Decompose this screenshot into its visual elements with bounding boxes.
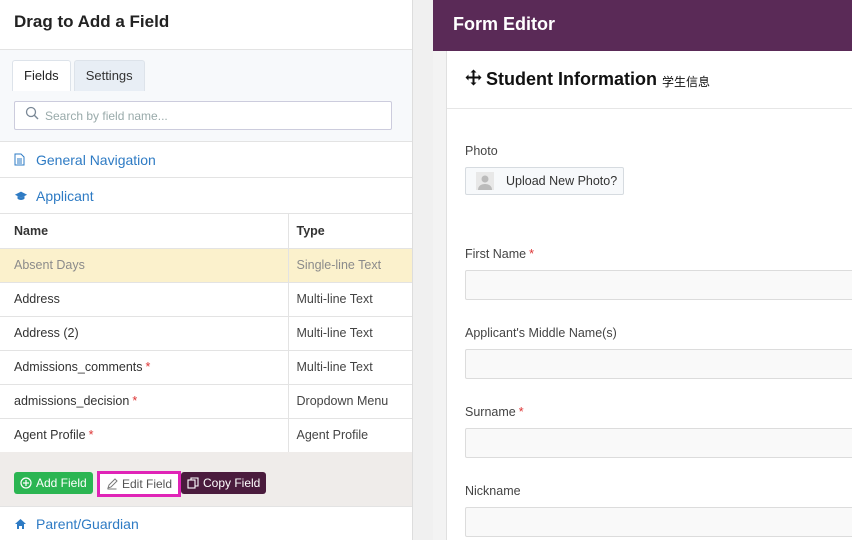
field-type: Single-line Text [287, 248, 412, 283]
field-type: Dropdown Menu [287, 384, 412, 419]
field-name: Address [0, 282, 288, 317]
required-marker: * [518, 405, 524, 419]
table-row[interactable]: Address (2) Multi-line Text [0, 316, 412, 351]
table-row[interactable]: Agent Profile * Agent Profile [0, 418, 412, 453]
graduation-cap-icon [14, 190, 28, 202]
tab-fields[interactable]: Fields [12, 60, 71, 91]
middle-name-label: Applicant's Middle Name(s) [465, 326, 617, 340]
field-name: Admissions_comments * [0, 350, 288, 385]
button-label: Copy Field [203, 476, 261, 490]
column-header-name: Name [0, 214, 288, 249]
upload-photo-button[interactable]: Upload New Photo? [465, 167, 624, 195]
field-name: Address (2) [0, 316, 288, 351]
form-section-card: Student Information 学生信息 Photo Upload Ne… [446, 51, 852, 540]
avatar-placeholder-icon [476, 172, 494, 190]
fields-table: Name Type Absent Days Single-line Text A… [0, 214, 412, 453]
surname-field[interactable] [465, 428, 852, 458]
table-row[interactable]: Address Multi-line Text [0, 282, 412, 317]
section-parent-guardian[interactable]: Parent/Guardian [0, 507, 412, 540]
tab-bar: Fields Settings [12, 60, 148, 91]
required-marker: * [132, 394, 138, 408]
section-label: General Navigation [36, 151, 156, 168]
search-icon [25, 106, 39, 125]
panel-title: Drag to Add a Field [0, 0, 412, 50]
section-general-navigation[interactable]: General Navigation [0, 142, 412, 178]
field-palette-panel: Drag to Add a Field Fields Settings Gene… [0, 0, 413, 540]
required-marker: * [88, 428, 94, 442]
first-name-field[interactable] [465, 270, 852, 300]
add-field-button[interactable]: Add Field [14, 472, 93, 494]
document-icon [14, 153, 28, 166]
form-editor-body: Student Information 学生信息 Photo Upload Ne… [433, 51, 852, 540]
button-label: Edit Field [122, 477, 173, 491]
field-name: Agent Profile * [0, 418, 288, 453]
tab-settings[interactable]: Settings [73, 60, 145, 91]
field-type: Agent Profile [287, 418, 412, 453]
field-name: Absent Days [0, 248, 288, 283]
field-action-bar: Add Field Edit Field Copy Field [0, 452, 412, 507]
nickname-field[interactable] [465, 507, 852, 537]
table-row[interactable]: Admissions_comments * Multi-line Text [0, 350, 412, 385]
photo-label: Photo [465, 144, 498, 158]
search-box [14, 101, 392, 130]
copy-field-button[interactable]: Copy Field [181, 472, 267, 494]
middle-name-field[interactable] [465, 349, 852, 379]
tabs-area: Fields Settings [0, 50, 412, 142]
button-label: Upload New Photo? [506, 174, 618, 188]
section-title: Student Information [486, 69, 657, 89]
section-subtitle: 学生信息 [661, 74, 710, 89]
pencil-icon [106, 478, 118, 490]
form-editor-panel: Form Editor Student Information 学生信息 Pho… [433, 0, 852, 540]
field-type: Multi-line Text [287, 350, 412, 385]
nickname-label: Nickname [465, 484, 521, 498]
plus-circle-icon [20, 477, 32, 489]
section-header: Student Information 学生信息 [447, 51, 852, 109]
button-label: Add Field [36, 476, 87, 490]
required-marker: * [529, 247, 534, 261]
table-row[interactable]: admissions_decision * Dropdown Menu [0, 384, 412, 419]
surname-label: Surname * [465, 405, 524, 419]
table-header-row: Name Type [0, 214, 412, 249]
section-label: Applicant [36, 187, 94, 204]
table-row[interactable]: Absent Days Single-line Text [0, 248, 412, 283]
column-header-type: Type [287, 214, 412, 249]
required-marker: * [145, 360, 151, 374]
section-applicant[interactable]: Applicant [0, 178, 412, 214]
first-name-label: First Name * [465, 247, 534, 261]
field-type: Multi-line Text [287, 282, 412, 317]
form-editor-header: Form Editor [433, 0, 852, 51]
search-input[interactable] [45, 108, 365, 123]
field-name: admissions_decision * [0, 384, 288, 419]
move-icon[interactable] [465, 69, 482, 91]
section-label: Parent/Guardian [36, 515, 139, 532]
home-icon [14, 518, 28, 530]
edit-field-button[interactable]: Edit Field [97, 471, 182, 497]
copy-icon [187, 477, 199, 489]
field-type: Multi-line Text [287, 316, 412, 351]
